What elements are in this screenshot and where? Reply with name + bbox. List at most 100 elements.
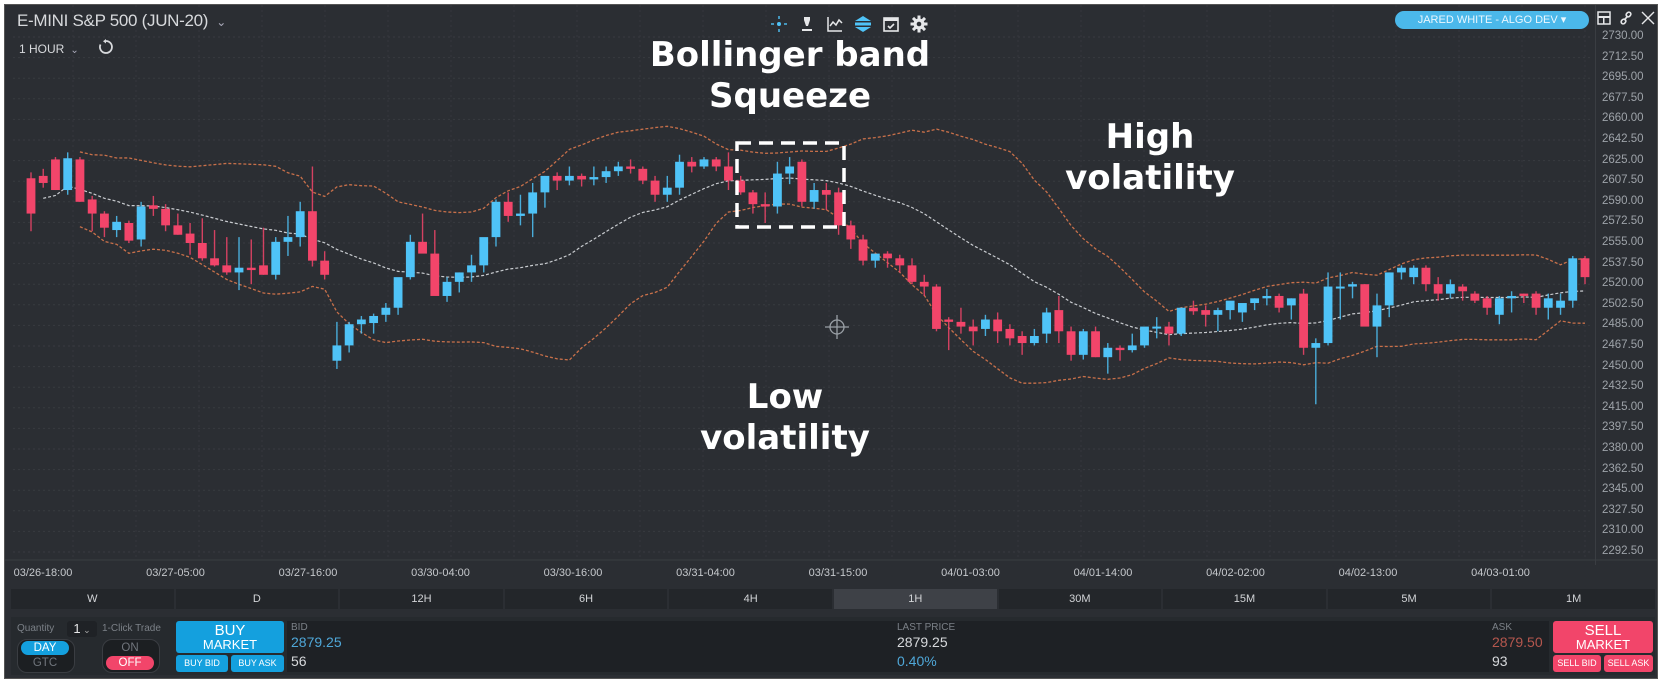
buy-ask-button[interactable]: BUY ASK xyxy=(231,655,284,672)
timeframe-30m[interactable]: 30M xyxy=(998,589,1162,609)
timeframe-1h[interactable]: 1H xyxy=(833,589,997,609)
candle-body xyxy=(699,159,709,167)
candle-body xyxy=(124,222,134,241)
x-tick-label: 04/01-03:00 xyxy=(941,567,1000,579)
y-tick-label: 2712.50 xyxy=(1602,50,1644,63)
x-tick-label: 03/26-18:00 xyxy=(13,567,73,579)
calendar-check-icon[interactable] xyxy=(882,15,900,33)
layers-icon[interactable] xyxy=(854,15,872,33)
y-tick-label: 2362.50 xyxy=(1602,462,1644,475)
sell-market-line2: MARKET xyxy=(1575,637,1631,652)
buy-market-line1: BUY xyxy=(214,622,246,639)
gear-icon[interactable] xyxy=(910,15,928,33)
candle-body xyxy=(993,319,1003,332)
candle-body xyxy=(234,267,244,273)
timeframe-12h[interactable]: 12H xyxy=(340,589,503,609)
y-tick-label: 2642.50 xyxy=(1602,133,1644,145)
candle-body xyxy=(197,243,207,259)
candle-body xyxy=(883,253,892,259)
x-tick-label: 03/31-04:00 xyxy=(676,567,735,579)
timeframe-5m[interactable]: 5M xyxy=(1327,589,1491,609)
chart-toolbar xyxy=(770,15,928,33)
ask-size: 93 xyxy=(1492,653,1508,669)
x-tick-label: 04/03-01:00 xyxy=(1471,567,1530,579)
price-axis[interactable]: 2730.00 2712.50 2695.00 2677.50 2660.00 2642.… xyxy=(1595,5,1657,565)
timeframe-w[interactable]: W xyxy=(11,589,174,609)
candle-body xyxy=(369,315,379,324)
candle-body xyxy=(1299,293,1308,348)
candle-body xyxy=(1494,298,1504,315)
candle-body xyxy=(1482,298,1492,308)
candle-body xyxy=(1115,347,1125,351)
buy-bid-button[interactable]: BUY BID xyxy=(176,655,228,672)
buy-market-button[interactable]: BUY MARKET xyxy=(176,621,284,653)
candle-body xyxy=(613,166,623,172)
candle-body xyxy=(1274,295,1284,308)
y-tick-label: 2415.00 xyxy=(1602,400,1644,413)
annotation-squeeze: Bollinger band Squeeze xyxy=(649,35,931,116)
candle-body xyxy=(1176,307,1186,334)
off-option[interactable]: OFF xyxy=(106,656,154,670)
refresh-icon[interactable] xyxy=(98,39,114,55)
bid-label: BID xyxy=(291,622,308,633)
pen-tool-icon[interactable] xyxy=(798,15,816,33)
candle-body xyxy=(760,204,770,207)
candle-body xyxy=(1152,326,1162,329)
quantity-label: Quantity xyxy=(17,623,55,634)
on-option[interactable]: ON xyxy=(106,641,154,655)
timeframe-1m[interactable]: 1M xyxy=(1492,589,1655,609)
candle-body xyxy=(907,265,917,282)
candle-body xyxy=(650,180,660,195)
candle-body xyxy=(809,190,819,202)
gtc-option[interactable]: GTC xyxy=(21,656,69,670)
user-account-dropdown[interactable]: JARED WHITE - ALGO DEV ▾ xyxy=(1395,11,1589,29)
timeframe-15m[interactable]: 15M xyxy=(1163,589,1326,609)
candle-body xyxy=(577,175,587,180)
candle-body xyxy=(1078,331,1088,355)
candle-body xyxy=(1556,300,1565,308)
candle-body xyxy=(1335,286,1345,289)
candle-body xyxy=(626,166,635,169)
instrument-selector[interactable]: E-MINI S&P 500 (JUN-20) ⌄ xyxy=(17,11,226,31)
y-tick-label: 2485.00 xyxy=(1602,318,1644,331)
candle-body xyxy=(1213,310,1223,315)
y-tick-label: 2607.50 xyxy=(1602,174,1644,187)
candle-body xyxy=(356,319,366,325)
candle-body xyxy=(1017,335,1027,344)
candle-body xyxy=(344,324,354,346)
sell-bid-button[interactable]: SELL BID xyxy=(1553,655,1601,672)
sell-market-button[interactable]: SELL MARKET xyxy=(1553,621,1653,653)
y-tick-label: 2660.00 xyxy=(1602,112,1644,125)
candle-body xyxy=(1519,293,1529,296)
instrument-title: E-MINI S&P 500 (JUN-20) xyxy=(17,11,209,30)
candle-body xyxy=(283,237,293,242)
one-click-trade-label: 1-Click Trade xyxy=(102,623,161,634)
x-tick-label: 03/27-16:00 xyxy=(278,567,338,579)
candle-body xyxy=(528,192,538,214)
interval-selector[interactable]: 1 HOUR ⌄ xyxy=(19,42,79,56)
sell-market-line1: SELL xyxy=(1584,622,1622,639)
y-tick-label: 2432.50 xyxy=(1602,380,1644,393)
candle-body xyxy=(112,221,122,231)
timeframe-6h[interactable]: 6H xyxy=(504,589,668,609)
timeframe-4h[interactable]: 4H xyxy=(669,589,832,609)
timeframe-d[interactable]: D xyxy=(175,589,339,609)
y-tick-label: 2572.50 xyxy=(1602,215,1644,228)
candle-body xyxy=(161,208,171,226)
candle-body xyxy=(1580,258,1590,278)
candle-body xyxy=(148,205,158,209)
crosshair-icon[interactable] xyxy=(770,15,788,33)
candle-body xyxy=(467,265,476,273)
line-chart-icon[interactable] xyxy=(826,15,844,33)
candle-body xyxy=(1421,267,1431,285)
quantity-dropdown[interactable]: 1 ⌄ xyxy=(67,621,97,637)
x-tick-label: 04/02-02:00 xyxy=(1206,567,1265,579)
bid-price: 2879.25 xyxy=(291,634,342,650)
candle-body xyxy=(1531,293,1541,308)
bid-size: 56 xyxy=(291,653,307,669)
candle-body xyxy=(589,177,599,180)
day-option[interactable]: DAY xyxy=(21,641,69,655)
sell-ask-button[interactable]: SELL ASK xyxy=(1604,655,1653,672)
candle-body xyxy=(381,307,391,315)
candle-body xyxy=(1164,326,1174,334)
